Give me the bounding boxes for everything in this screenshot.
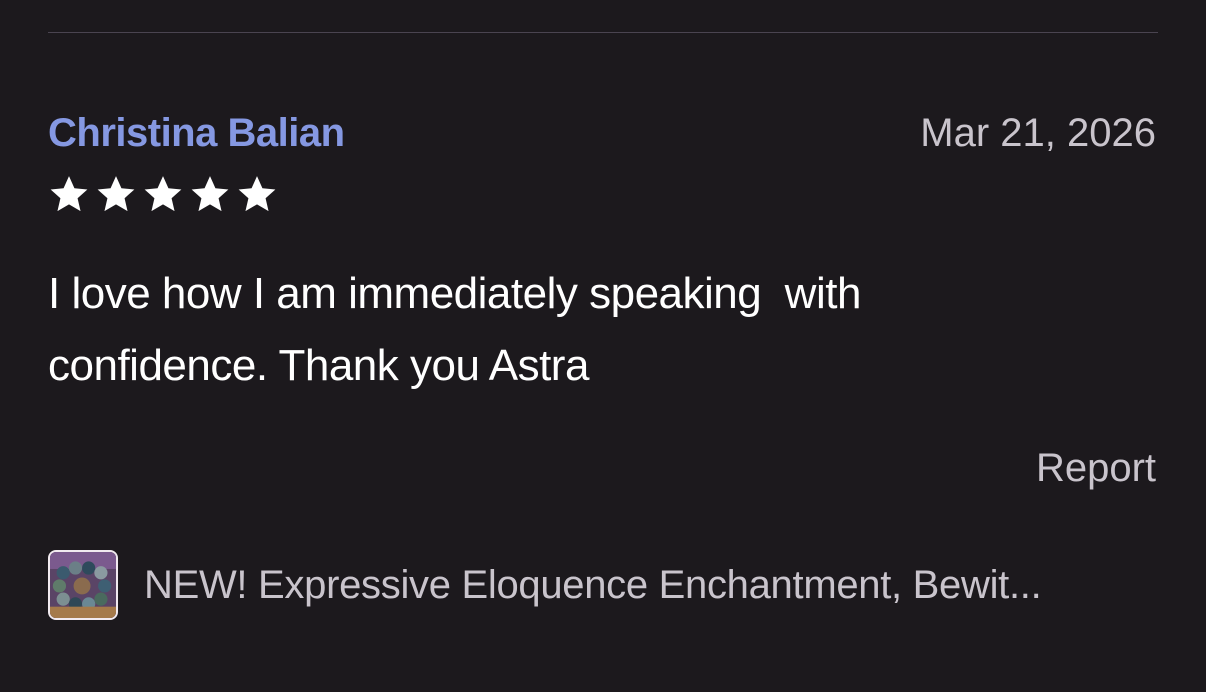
bracelet-image-icon	[50, 552, 116, 618]
reviewer-name[interactable]: Christina Balian	[48, 110, 345, 156]
star-icon	[97, 176, 135, 212]
product-title: NEW! Expressive Eloquence Enchantment, B…	[144, 563, 1042, 607]
review-date: Mar 21, 2026	[920, 111, 1156, 155]
star-icon	[191, 176, 229, 212]
star-rating	[48, 173, 278, 215]
report-button[interactable]: Report	[1036, 444, 1156, 492]
star-icon	[50, 176, 88, 212]
review-text: I love how I am immediately speaking wit…	[48, 269, 861, 390]
product-thumbnail	[48, 550, 118, 620]
top-divider	[48, 32, 1158, 33]
star-icon	[238, 176, 276, 212]
star-icon	[144, 176, 182, 212]
product-link[interactable]: NEW! Expressive Eloquence Enchantment, B…	[48, 550, 1042, 620]
